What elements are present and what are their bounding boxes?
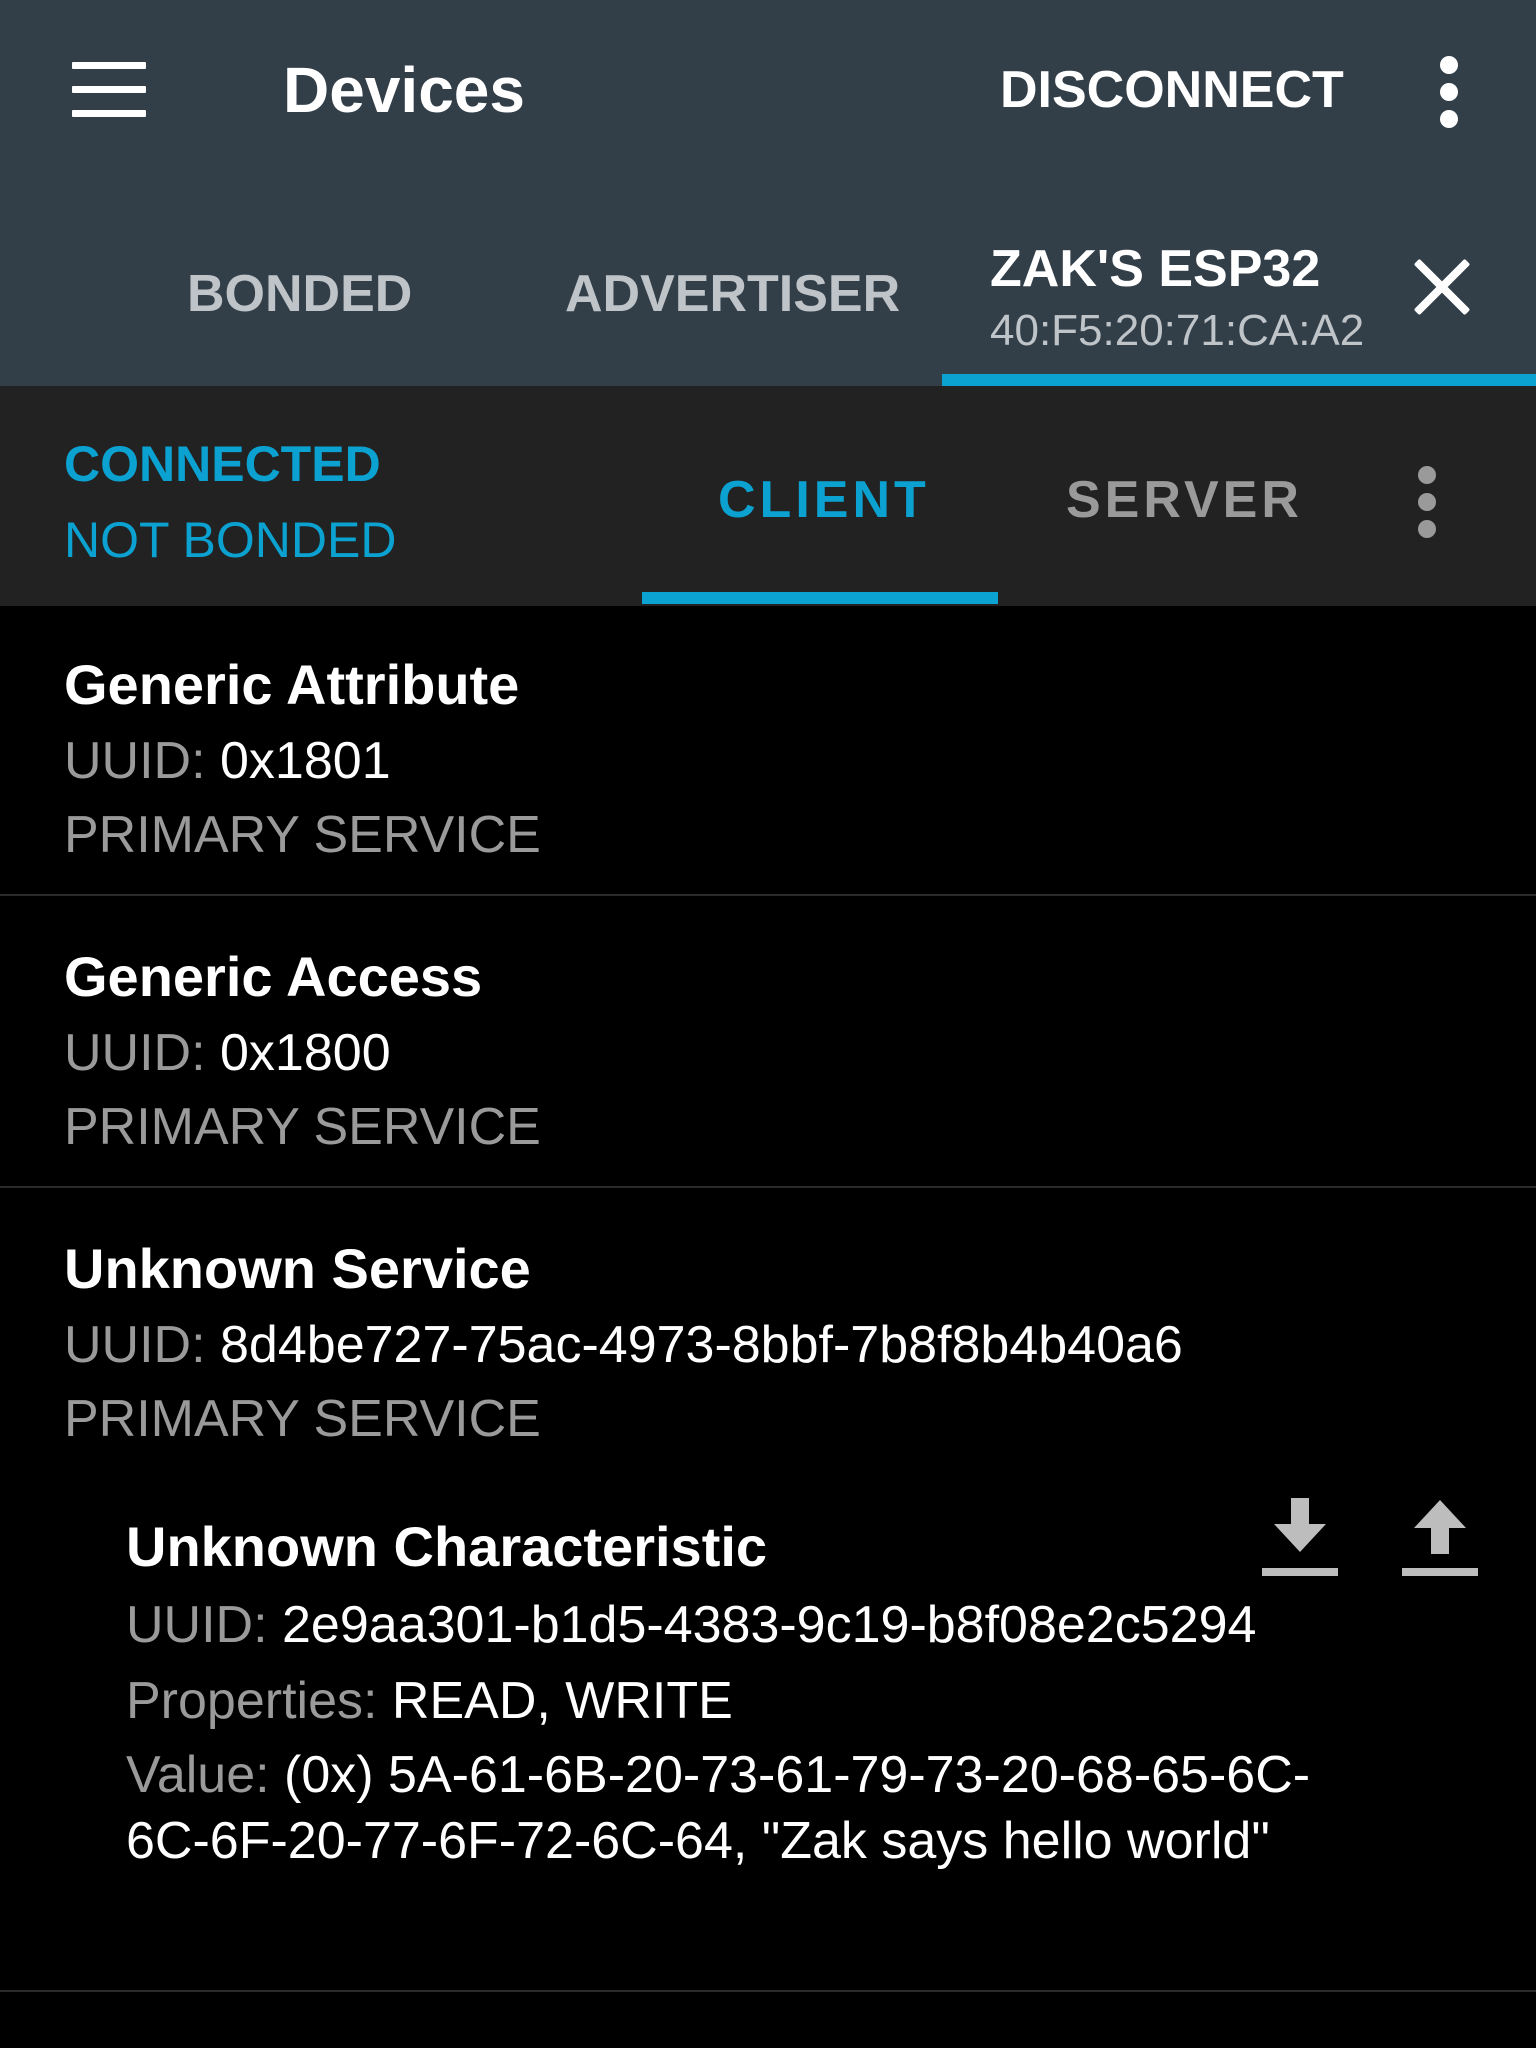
tab-client[interactable]: CLIENT bbox=[718, 468, 930, 532]
uuid-value: 2e9aa301-b1d5-4383-9c19-b8f08e2c5294 bbox=[282, 1596, 1257, 1654]
uuid-label: UUID: bbox=[126, 1596, 268, 1654]
properties-value: READ, WRITE bbox=[391, 1672, 733, 1730]
upload-write-icon[interactable] bbox=[1398, 1496, 1482, 1580]
close-icon[interactable] bbox=[1412, 257, 1472, 317]
service-uuid: UUID: 0x1800 bbox=[64, 1022, 391, 1084]
service-name: Generic Attribute bbox=[64, 653, 520, 716]
service-type: PRIMARY SERVICE bbox=[64, 1098, 541, 1156]
more-vert-icon[interactable] bbox=[1420, 52, 1480, 132]
connection-bar: CONNECTED NOT BONDED CLIENT SERVER bbox=[0, 386, 1536, 606]
page-title: Devices bbox=[283, 54, 525, 126]
nrf-connect-app: Devices DISCONNECT BONDED ADVERTISER ZAK… bbox=[0, 0, 1536, 2048]
characteristic-item[interactable]: Unknown Characteristic UUID: 2e9aa301-b1… bbox=[0, 1190, 1536, 1992]
download-read-icon[interactable] bbox=[1258, 1496, 1342, 1580]
characteristic-name: Unknown Characteristic bbox=[126, 1515, 768, 1578]
characteristic-value: Value: (0x) 5A-61-6B-20-73-61-79-73-20-6… bbox=[126, 1742, 1326, 1874]
service-item-generic-access[interactable]: Generic Access UUID: 0x1800 PRIMARY SERV… bbox=[0, 898, 1536, 1188]
service-name: Generic Access bbox=[64, 945, 483, 1008]
characteristic-properties: Properties: READ, WRITE bbox=[126, 1670, 733, 1732]
app-toolbar: Devices DISCONNECT BONDED ADVERTISER ZAK… bbox=[0, 0, 1536, 386]
service-type: PRIMARY SERVICE bbox=[64, 806, 541, 864]
uuid-label: UUID: bbox=[64, 1024, 206, 1082]
tab-device-zaks-esp32[interactable]: ZAK'S ESP32 40:F5:20:71:CA:A2 bbox=[942, 215, 1536, 386]
characteristic-uuid: UUID: 2e9aa301-b1d5-4383-9c19-b8f08e2c52… bbox=[126, 1594, 1256, 1656]
device-name: ZAK'S ESP32 bbox=[990, 240, 1321, 298]
service-item-generic-attribute[interactable]: Generic Attribute UUID: 0x1801 PRIMARY S… bbox=[0, 606, 1536, 896]
more-vert-icon[interactable] bbox=[1398, 462, 1458, 542]
properties-label: Properties: bbox=[126, 1672, 378, 1730]
device-address: 40:F5:20:71:CA:A2 bbox=[990, 306, 1365, 355]
device-tab-indicator bbox=[942, 374, 1536, 386]
uuid-value: 0x1801 bbox=[220, 732, 391, 790]
tab-server[interactable]: SERVER bbox=[1066, 468, 1303, 532]
bond-status: NOT BONDED bbox=[64, 512, 397, 568]
connection-status: CONNECTED bbox=[64, 436, 381, 492]
service-uuid: UUID: 0x1801 bbox=[64, 730, 391, 792]
uuid-label: UUID: bbox=[64, 732, 206, 790]
uuid-value: 0x1800 bbox=[220, 1024, 391, 1082]
client-tab-indicator bbox=[642, 592, 998, 604]
value-label: Value: bbox=[126, 1746, 270, 1804]
hamburger-menu-icon[interactable] bbox=[60, 50, 160, 130]
disconnect-button[interactable]: DISCONNECT bbox=[1000, 58, 1344, 122]
value-text: (0x) 5A-61-6B-20-73-61-79-73-20-68-65-6C… bbox=[126, 1746, 1311, 1870]
